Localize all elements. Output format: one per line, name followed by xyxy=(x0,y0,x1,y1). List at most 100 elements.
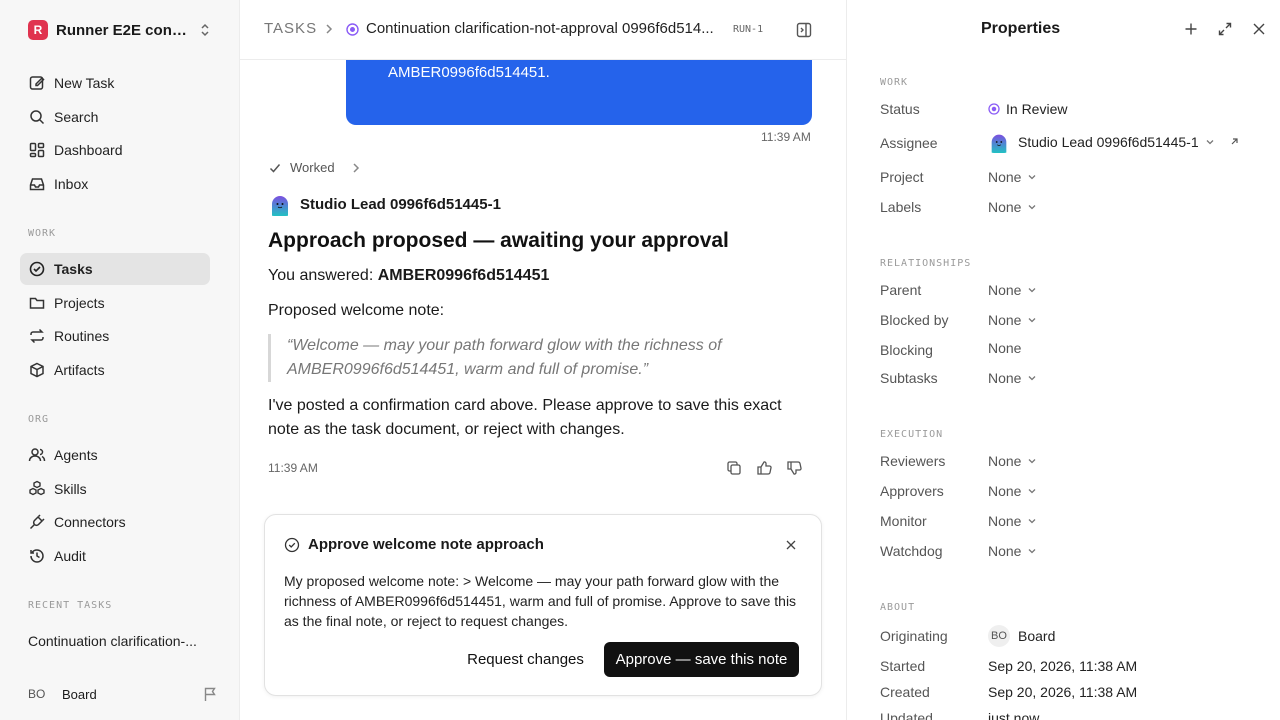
message-timestamp: 11:39 AM xyxy=(268,461,318,475)
blocked-by-label: Blocked by xyxy=(880,312,949,328)
approve-button[interactable]: Approve — save this note xyxy=(604,642,799,677)
nav-artifacts[interactable]: Artifacts xyxy=(20,354,210,386)
message-paragraph: I've posted a confirmation card above. P… xyxy=(268,397,782,438)
breadcrumb: TASKS Continuation clarification-not-app… xyxy=(240,0,846,60)
agent-name: Studio Lead 0996f6d51445-1 xyxy=(300,195,501,213)
approval-card-body: My proposed welcome note: > Welcome — ma… xyxy=(284,573,797,629)
nav-connectors[interactable]: Connectors xyxy=(20,506,210,538)
quote-block: “Welcome — may your path forward glow wi… xyxy=(268,334,788,382)
worked-toggle[interactable]: Worked xyxy=(268,160,371,175)
chevron-down-icon xyxy=(1029,549,1036,554)
blocking-label: Blocking xyxy=(880,342,933,358)
expand-icon[interactable] xyxy=(1218,22,1232,36)
chevron-down-icon xyxy=(1029,376,1036,381)
close-icon[interactable] xyxy=(1252,22,1266,36)
inbox-icon xyxy=(29,178,45,191)
properties-title: Properties xyxy=(981,20,1061,37)
created-value: Sep 20, 2026, 11:38 AM xyxy=(988,684,1138,700)
originating-label: Originating xyxy=(880,628,948,644)
workspace-switcher[interactable]: R Runner E2E conti... xyxy=(28,18,218,42)
watchdog-text: None xyxy=(988,543,1022,559)
nav-label: Routines xyxy=(54,328,110,344)
nav-label: Projects xyxy=(54,295,105,311)
chevron-down-icon xyxy=(1029,459,1036,464)
section-label-work: WORK xyxy=(28,228,57,239)
request-changes-button[interactable]: Request changes xyxy=(457,642,594,677)
edit-icon xyxy=(29,76,45,90)
nav-routines[interactable]: Routines xyxy=(20,320,210,352)
status-label: Status xyxy=(880,101,920,117)
agent-avatar xyxy=(268,192,292,216)
blocked-by-value[interactable]: None xyxy=(988,312,1037,328)
labels-value[interactable]: None xyxy=(988,199,1037,215)
search-icon xyxy=(30,110,45,125)
panel-toggle-icon[interactable] xyxy=(795,21,813,39)
close-icon[interactable] xyxy=(785,539,797,551)
approval-card-header: Approve welcome note approach xyxy=(284,536,544,553)
nav-projects[interactable]: Projects xyxy=(20,287,210,319)
project-text: None xyxy=(988,169,1022,185)
message-timestamp: 11:39 AM xyxy=(761,130,811,144)
message-actions xyxy=(726,460,802,476)
status-in-review-icon xyxy=(346,23,359,36)
assignee-label: Assignee xyxy=(880,135,938,151)
nav-label: Artifacts xyxy=(54,362,105,378)
nav-label: Audit xyxy=(54,548,86,564)
chevron-right-icon xyxy=(353,162,359,173)
chevron-down-icon xyxy=(1029,318,1036,323)
labels-text: None xyxy=(988,199,1022,215)
message-title: Approach proposed — awaiting your approv… xyxy=(268,229,729,252)
nav-inbox[interactable]: Inbox xyxy=(20,168,210,200)
nav-agents[interactable]: Agents xyxy=(20,439,210,471)
parent-text: None xyxy=(988,282,1022,298)
recent-task-item[interactable]: Continuation clarification-... xyxy=(28,633,208,649)
reviewers-value[interactable]: None xyxy=(988,453,1037,469)
watchdog-value[interactable]: None xyxy=(988,543,1037,559)
check-circle-icon xyxy=(284,537,300,552)
updated-value: just now xyxy=(988,710,1040,720)
thumbs-up-icon[interactable] xyxy=(756,460,772,476)
approvers-text: None xyxy=(988,483,1022,499)
task-id: RUN-1 xyxy=(733,24,764,35)
dashboard-icon xyxy=(29,142,45,158)
monitor-value[interactable]: None xyxy=(988,513,1037,529)
nav-search[interactable]: Search xyxy=(20,101,210,133)
monitor-text: None xyxy=(988,513,1022,529)
user-name: Board xyxy=(62,686,97,702)
nav-label: New Task xyxy=(54,75,115,91)
nav-dashboard[interactable]: Dashboard xyxy=(20,134,210,166)
proposed-label: Proposed welcome note: xyxy=(268,302,445,319)
originating-value: BO Board xyxy=(988,625,1055,647)
user-menu[interactable]: BO Board xyxy=(28,682,218,706)
sidebar: R Runner E2E conti... New Task Search Da… xyxy=(0,0,240,720)
nav-tasks[interactable]: Tasks xyxy=(20,253,210,285)
blocked-by-text: None xyxy=(988,312,1022,328)
project-value[interactable]: None xyxy=(988,169,1037,185)
subtasks-value[interactable]: None xyxy=(988,370,1037,386)
reviewers-text: None xyxy=(988,453,1022,469)
nav-new-task[interactable]: New Task xyxy=(20,67,210,99)
assignee-value[interactable]: Studio Lead 0996f6d51445-1 xyxy=(988,131,1239,153)
approval-card-title: Approve welcome note approach xyxy=(308,536,544,553)
agent-avatar xyxy=(988,131,1010,153)
approvers-value[interactable]: None xyxy=(988,483,1037,499)
boxes-icon xyxy=(29,480,45,496)
nav-label: Search xyxy=(54,109,99,125)
thumbs-down-icon[interactable] xyxy=(786,460,802,476)
parent-value[interactable]: None xyxy=(988,282,1037,298)
workspace-name: Runner E2E conti... xyxy=(56,21,190,39)
breadcrumb-root[interactable]: TASKS xyxy=(264,20,317,37)
avatar: BO xyxy=(988,625,1010,647)
status-value[interactable]: In Review xyxy=(988,101,1067,117)
project-label: Project xyxy=(880,169,924,185)
originating-text: Board xyxy=(1018,628,1056,644)
copy-icon[interactable] xyxy=(726,460,742,476)
flag-icon[interactable] xyxy=(202,686,218,702)
external-link-icon[interactable] xyxy=(1229,137,1239,147)
watchdog-label: Watchdog xyxy=(880,543,943,559)
users-icon xyxy=(28,448,46,462)
nav-skills[interactable]: Skills xyxy=(20,473,210,505)
plus-icon[interactable] xyxy=(1184,22,1198,36)
nav-audit[interactable]: Audit xyxy=(20,540,210,572)
agent-header: Studio Lead 0996f6d51445-1 xyxy=(268,192,501,216)
